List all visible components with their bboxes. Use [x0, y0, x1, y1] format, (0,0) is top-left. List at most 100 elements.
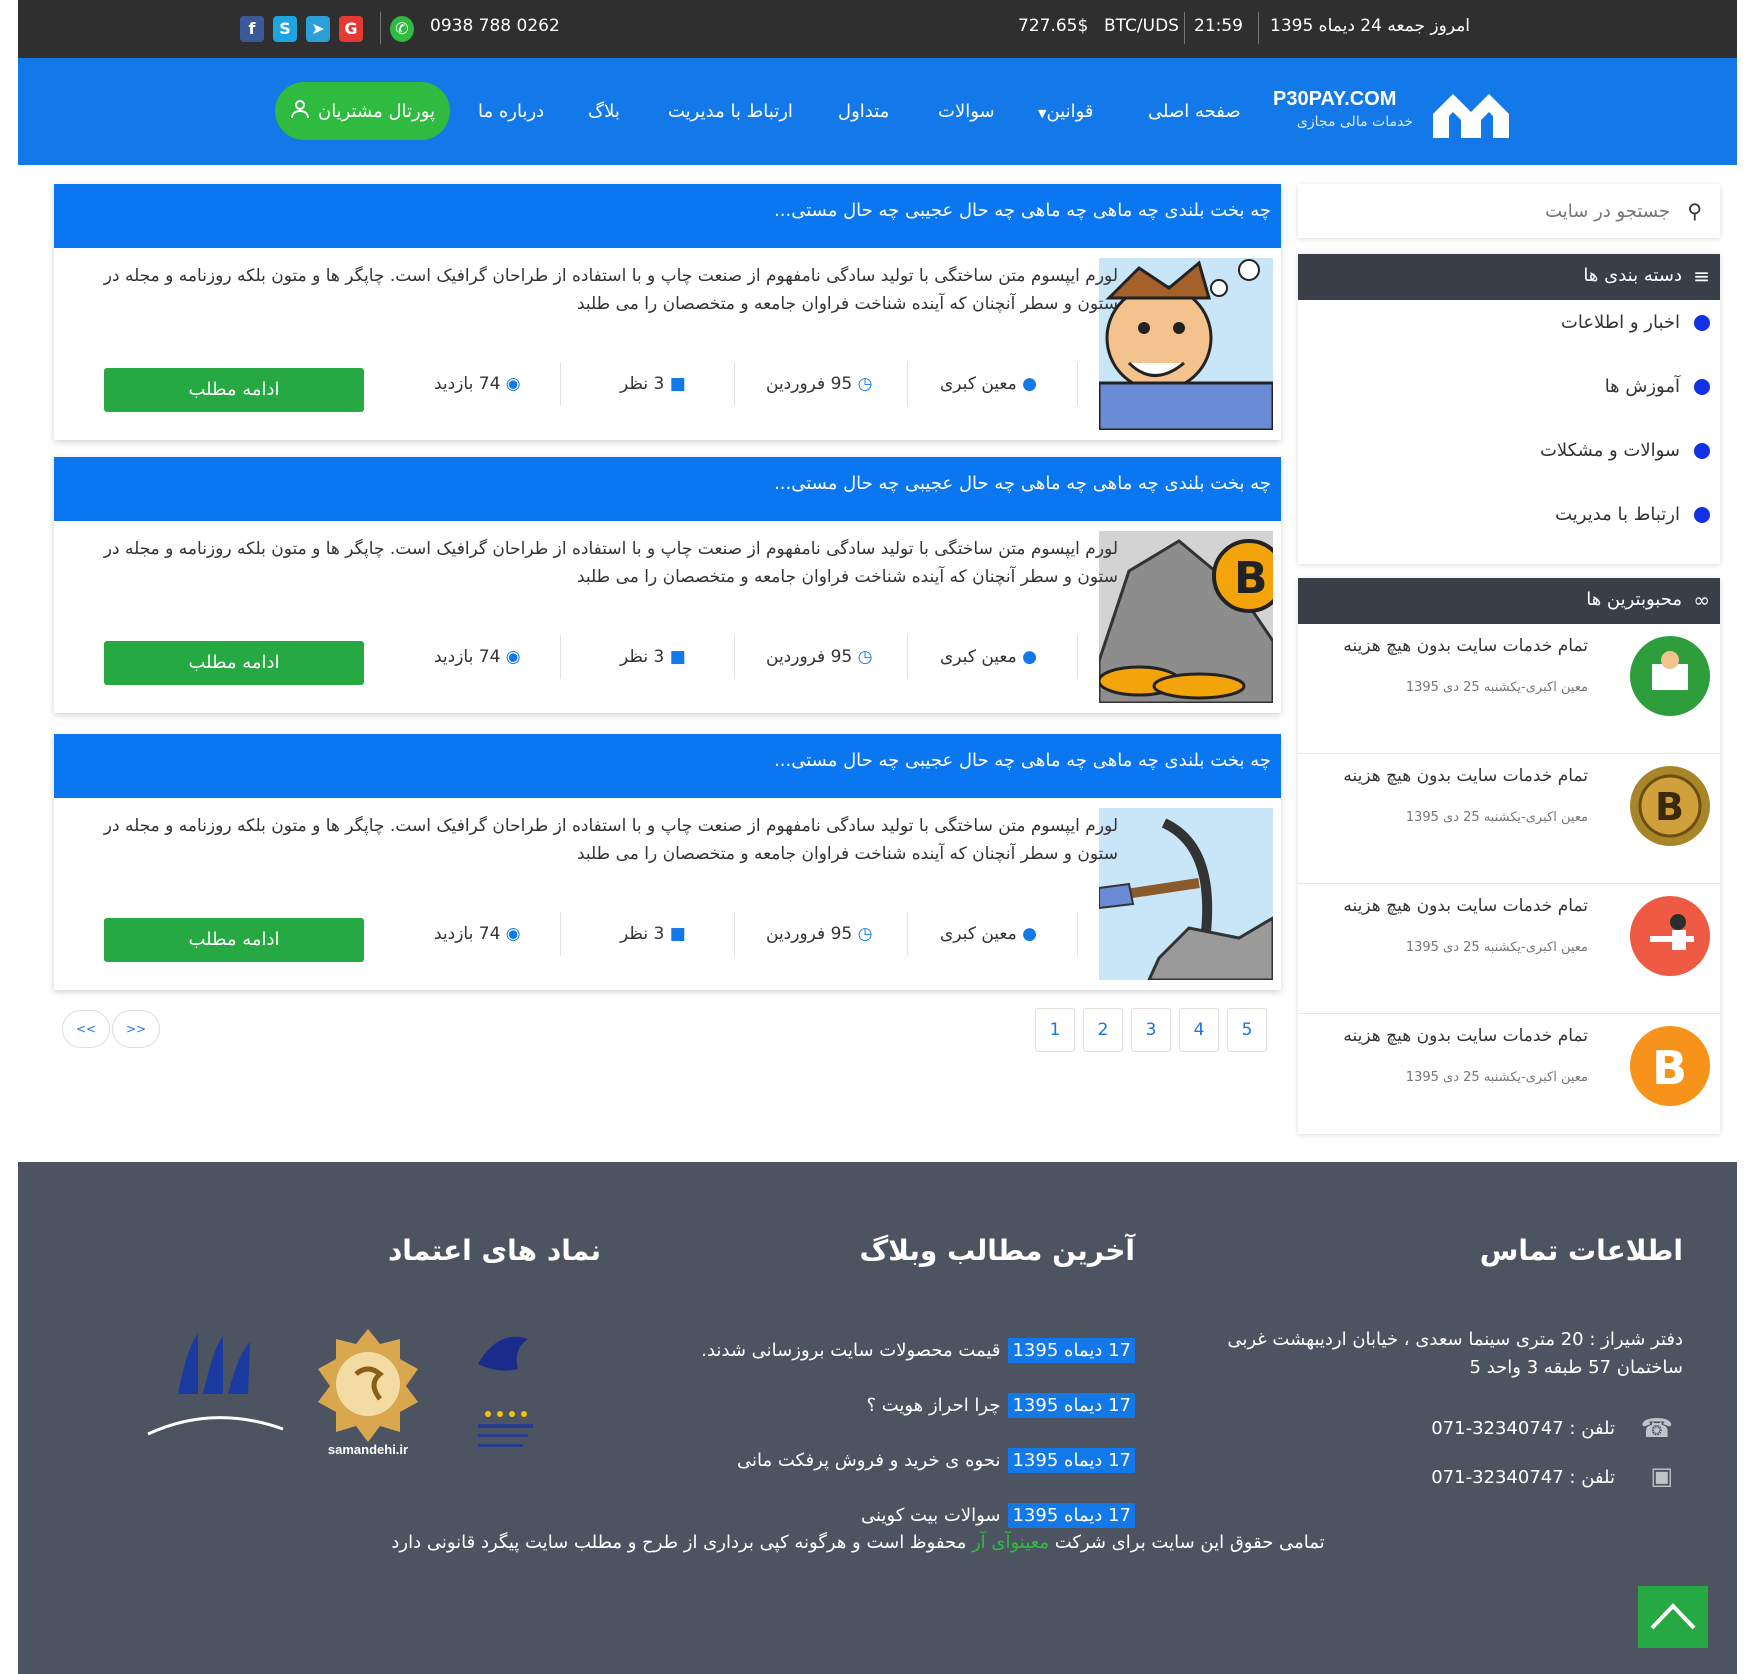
blog-item-text: چرا احراز هویت ؟ — [866, 1395, 1001, 1416]
bullet-icon — [1694, 314, 1710, 331]
phone-icon: ☎ — [1640, 1414, 1673, 1444]
eye-icon: ◉ — [505, 924, 521, 944]
nav-about[interactable]: درباره ما — [478, 101, 544, 122]
post-thumbnail[interactable]: B — [1099, 531, 1273, 703]
contact-phone-1: تلفن : 32340747-071 — [1431, 1418, 1615, 1439]
eye-icon: ◉ — [505, 647, 521, 667]
facebook-icon[interactable]: f — [240, 16, 264, 42]
google-icon[interactable]: G — [339, 16, 363, 42]
post-date: ◷ 95 فروردین — [766, 647, 872, 667]
pagination-page-2[interactable]: 2 — [1083, 1008, 1123, 1052]
customer-portal-button[interactable]: پورتال مشتریان — [275, 82, 450, 140]
site-logo[interactable]: P30PAY.COM خدمات مالی مجازی — [1273, 86, 1523, 146]
post-views-label: 74 بازدید — [434, 374, 501, 394]
enamad-logo[interactable] — [458, 1324, 548, 1464]
user-icon: ● — [1022, 647, 1037, 667]
topbar-time: 21:59 — [1194, 16, 1243, 36]
comment-icon: ■ — [669, 374, 686, 394]
scroll-to-top-button[interactable] — [1638, 1586, 1708, 1648]
popular-item-title: تمام خدمات سایت بدون هیچ هزینه — [1343, 636, 1588, 656]
post-author-label: معین کبری — [940, 924, 1017, 944]
skype-icon[interactable]: S — [273, 16, 297, 42]
popular-item-title: تمام خدمات سایت بدون هیچ هزینه — [1343, 896, 1588, 916]
bitcoin-icon: B — [1630, 1026, 1710, 1106]
post-views: ◉ 74 بازدید — [434, 374, 521, 394]
read-more-button[interactable]: ادامه مطلب — [104, 918, 364, 962]
search-icon[interactable]: ⚲ — [1687, 199, 1702, 223]
nav-common[interactable]: متداول — [838, 101, 889, 122]
nav-home[interactable]: صفحه اصلی — [1148, 101, 1241, 122]
informatics-org-logo[interactable] — [138, 1324, 288, 1464]
popular-item[interactable]: B تمام خدمات سایت بدون هیچ هزینه معین اک… — [1298, 1014, 1720, 1144]
nav-questions[interactable]: سوالات — [938, 101, 995, 122]
post-author[interactable]: ● معین کبری — [940, 924, 1037, 944]
post-card: چه بخت بلندی چه ماهی چه ماهی چه حال عجیب… — [54, 184, 1281, 440]
pagination-next[interactable]: >> — [112, 1010, 160, 1048]
category-item[interactable]: سوالات و مشکلات — [1540, 440, 1710, 461]
copyright-text-b: محفوظ است و هرگونه کپی برداری از طرح و م… — [391, 1532, 967, 1553]
pagination-page-5[interactable]: 5 — [1227, 1008, 1267, 1052]
contact-phone-2: تلفن : 32340747-071 — [1431, 1467, 1615, 1488]
copyright: تمامی حقوق این سایت برای شرکت معینوآی آر… — [358, 1532, 1358, 1553]
read-more-button[interactable]: ادامه مطلب — [104, 641, 364, 685]
post-excerpt: لورم ایپسوم متن ساختگی با تولید سادگی نا… — [103, 539, 1118, 587]
btc-pair: BTC/UDS — [1104, 16, 1179, 36]
pagination-page-4[interactable]: 4 — [1179, 1008, 1219, 1052]
blog-item[interactable]: 17 دیماه 1395 قیمت محصولات سایت بروزسانی … — [701, 1338, 1135, 1363]
topbar-phone[interactable]: 0938 788 0262 — [430, 16, 560, 36]
samandehi-label: samandehi.ir — [327, 1442, 409, 1457]
categories-title-label: دسته بندی ها — [1583, 265, 1682, 286]
categories-title: دسته بندی ها — [1298, 254, 1720, 300]
samandehi-logo[interactable]: samandehi.ir — [308, 1324, 428, 1464]
popular-thumbnail — [1630, 636, 1710, 716]
comment-icon: ■ — [669, 647, 686, 667]
svg-text:B: B — [1234, 553, 1268, 604]
post-thumbnail[interactable] — [1099, 258, 1273, 430]
bullet-icon — [1694, 506, 1710, 523]
nav-blog[interactable]: بلاگ — [588, 101, 620, 122]
popular-item[interactable]: تمام خدمات سایت بدون هیچ هزینه معین اکبر… — [1298, 884, 1720, 1014]
user-icon: ● — [1022, 374, 1037, 394]
blog-item[interactable]: 17 دیماه 1395 چرا احراز هویت ؟ — [866, 1393, 1135, 1418]
search-input[interactable] — [1340, 194, 1670, 228]
popular-item-title: تمام خدمات سایت بدون هیچ هزینه — [1343, 1026, 1588, 1046]
popular-item[interactable]: B تمام خدمات سایت بدون هیچ هزینه معین اک… — [1298, 754, 1720, 884]
binoculars-icon: ∞ — [1693, 588, 1710, 612]
post-author[interactable]: ● معین کبری — [940, 647, 1037, 667]
post-title[interactable]: چه بخت بلندی چه ماهی چه ماهی چه حال عجیب… — [54, 184, 1281, 248]
post-comments[interactable]: ■ 3 نظر — [620, 924, 686, 944]
post-comments[interactable]: ■ 3 نظر — [620, 374, 686, 394]
blog-item[interactable]: 17 دیماه 1395 نحوه ی خرید و فروش پرفکت ما… — [737, 1448, 1135, 1473]
nav-rules[interactable]: قوانین▼ — [1038, 101, 1094, 122]
pagination-page-1[interactable]: 1 — [1035, 1008, 1075, 1052]
popular-item-meta: معین اکبری-یکشنبه 25 دی 1395 — [1405, 1070, 1588, 1085]
post-author-label: معین کبری — [940, 647, 1017, 667]
blog-item-date: 17 دیماه 1395 — [1008, 1503, 1135, 1528]
footer: اطلاعات تماس دفتر شیراز : 20 متری سینما … — [18, 1162, 1737, 1674]
category-item[interactable]: اخبار و اطلاعات — [1561, 312, 1710, 333]
nav-rules-label: قوانین — [1046, 101, 1094, 122]
category-item[interactable]: ارتباط با مدیریت — [1555, 504, 1710, 525]
btc-price: 727.65$ — [1018, 16, 1089, 36]
post-excerpt: لورم ایپسوم متن ساختگی با تولید سادگی نا… — [103, 266, 1118, 314]
read-more-button[interactable]: ادامه مطلب — [104, 368, 364, 412]
post-title[interactable]: چه بخت بلندی چه ماهی چه ماهی چه حال عجیب… — [54, 457, 1281, 521]
clock-icon: ◷ — [857, 647, 873, 667]
popular-item[interactable]: تمام خدمات سایت بدون هیچ هزینه معین اکبر… — [1298, 624, 1720, 754]
chevron-up-icon — [1650, 1603, 1696, 1630]
pagination-page-3[interactable]: 3 — [1131, 1008, 1171, 1052]
category-item[interactable]: آموزش ها — [1605, 376, 1710, 397]
pagination-prev[interactable]: << — [62, 1010, 110, 1048]
post-comments-label: 3 نظر — [620, 647, 665, 667]
comment-icon: ■ — [669, 924, 686, 944]
post-author[interactable]: ● معین کبری — [940, 374, 1037, 394]
copyright-link[interactable]: معینوآی آر — [972, 1532, 1049, 1553]
post-comments[interactable]: ■ 3 نظر — [620, 647, 686, 667]
post-excerpt: لورم ایپسوم متن ساختگی با تولید سادگی نا… — [103, 816, 1118, 864]
eye-icon: ◉ — [505, 374, 521, 394]
telegram-icon[interactable]: ➤ — [306, 16, 330, 42]
post-thumbnail[interactable] — [1099, 808, 1273, 980]
blog-item[interactable]: 17 دیماه 1395 سوالات بیت کوینی — [861, 1503, 1135, 1528]
nav-contact-admin[interactable]: ارتباط با مدیریت — [668, 101, 793, 122]
post-title[interactable]: چه بخت بلندی چه ماهی چه ماهی چه حال عجیب… — [54, 734, 1281, 798]
